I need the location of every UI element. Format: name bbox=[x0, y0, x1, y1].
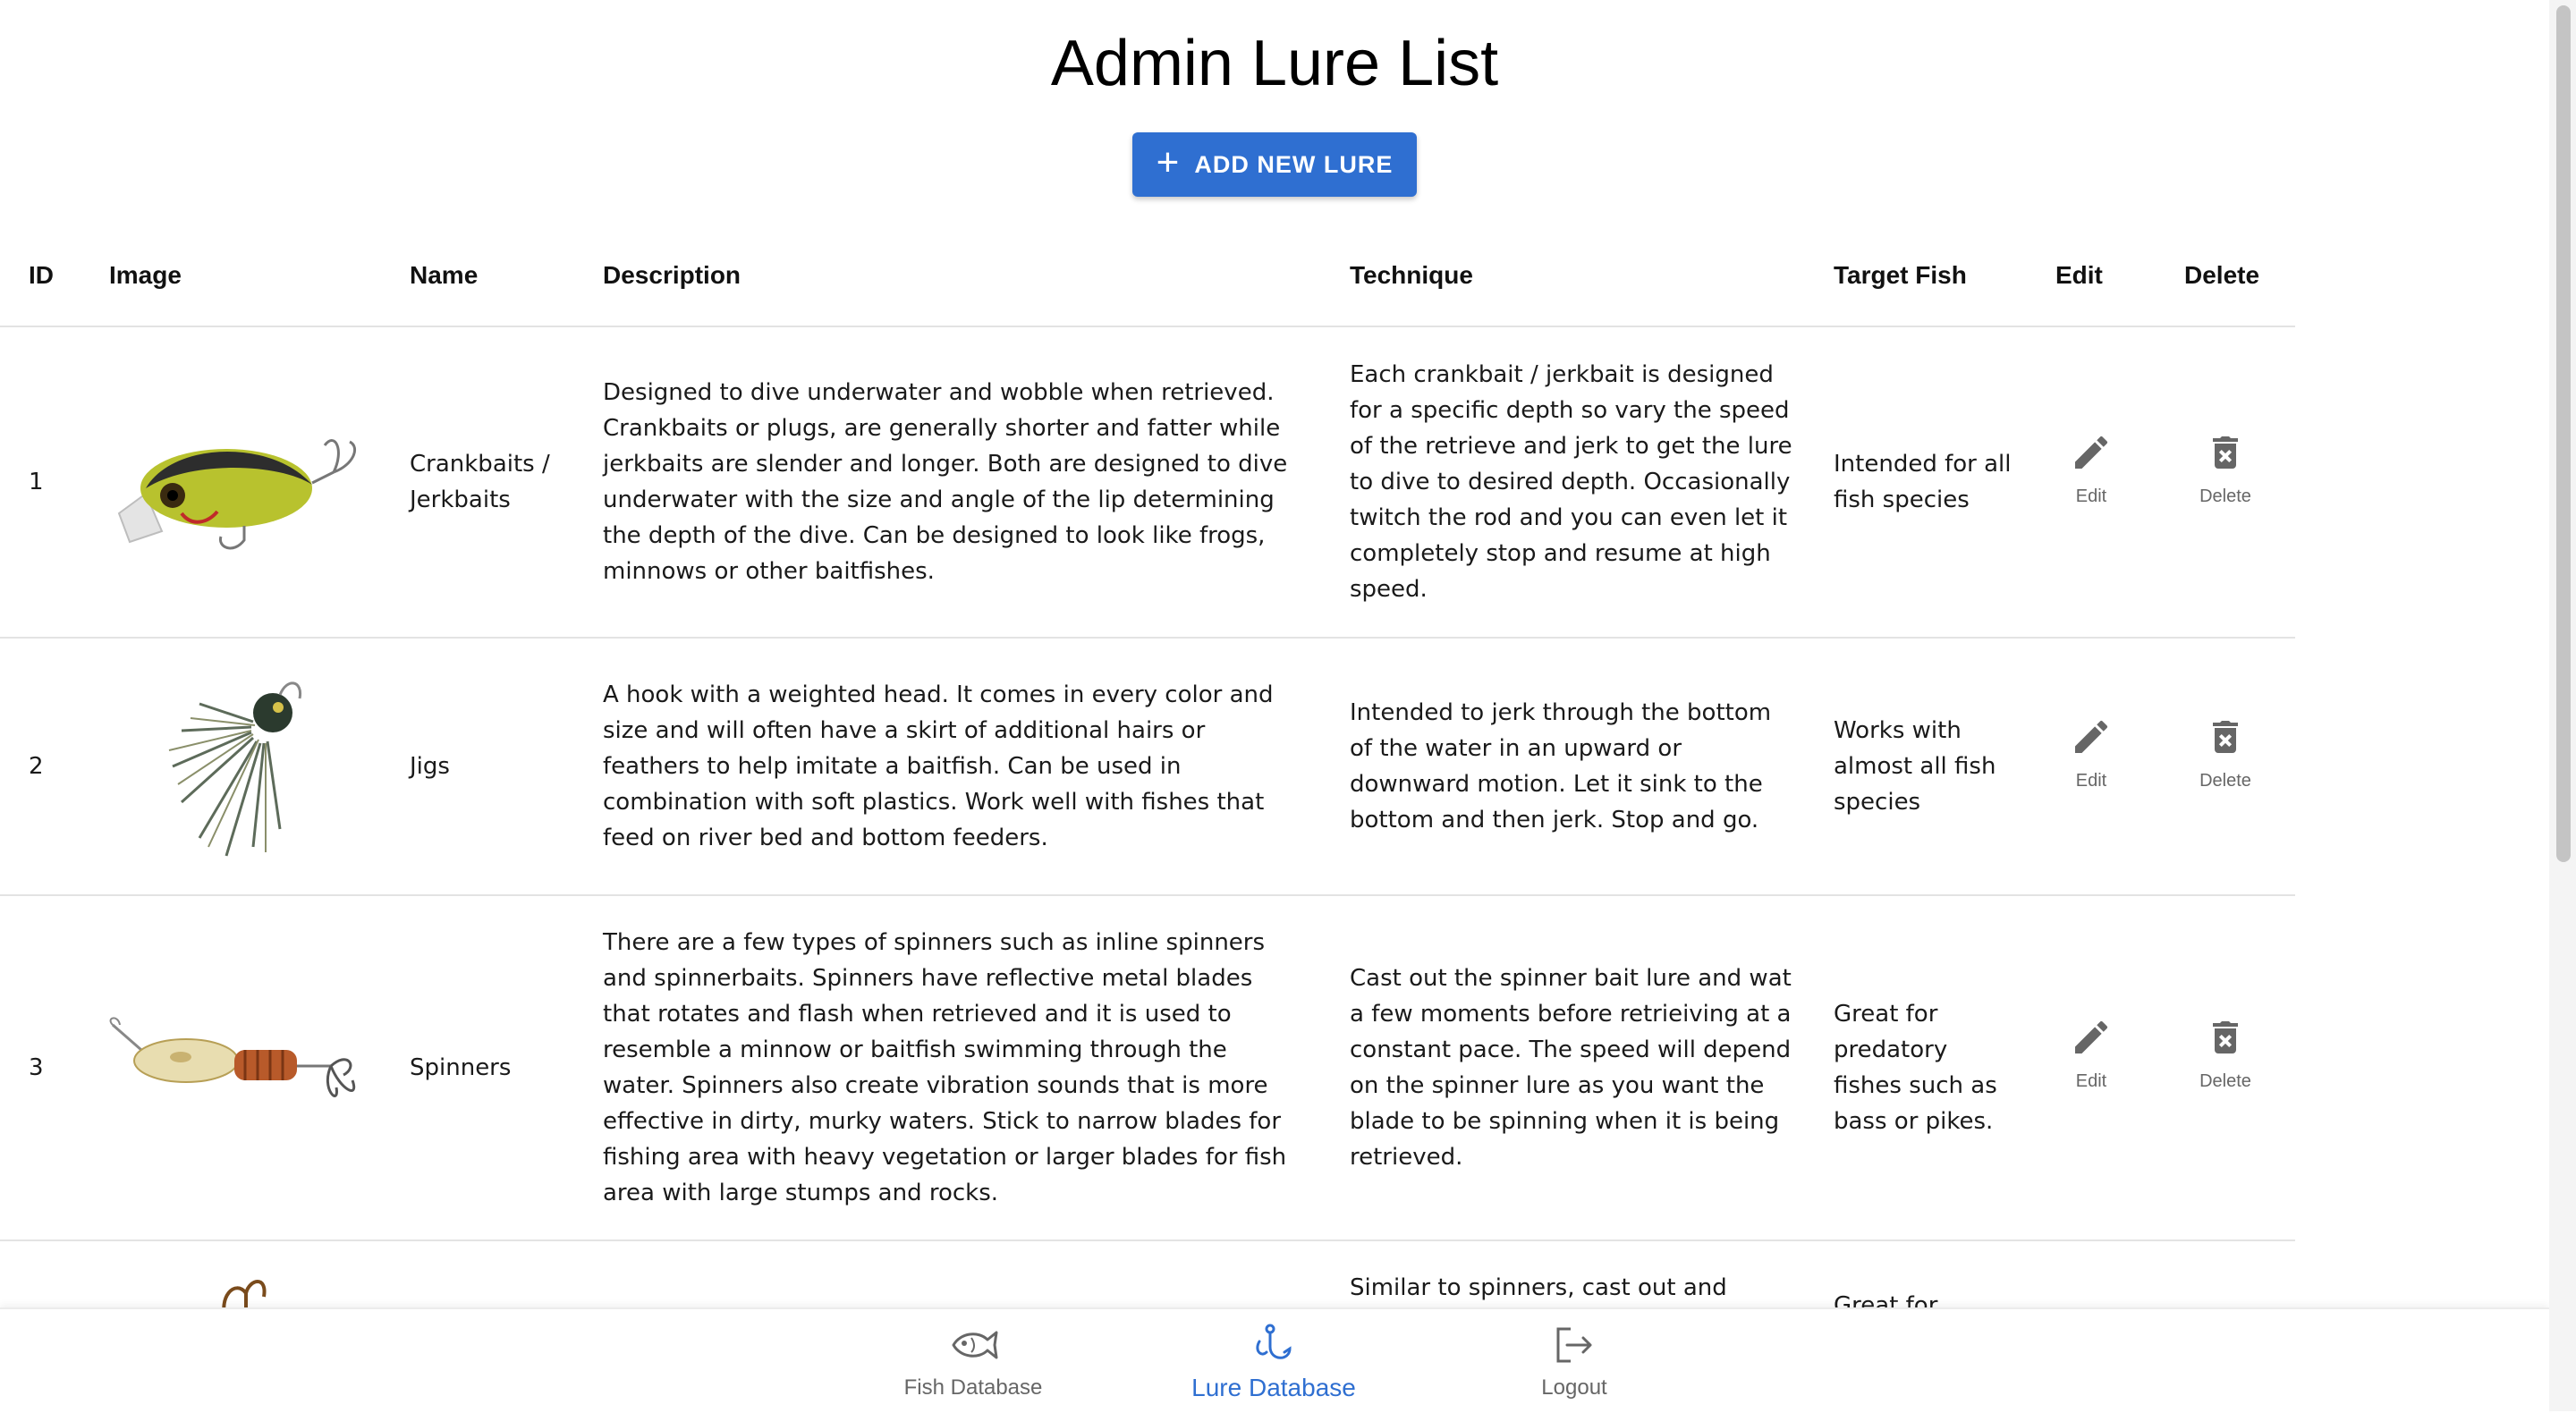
delete-label: Delete bbox=[2199, 1071, 2251, 1091]
header-id: ID bbox=[29, 261, 54, 289]
header-technique: Technique bbox=[1350, 261, 1473, 289]
nav-label: Fish Database bbox=[903, 1375, 1043, 1400]
crankbait-lure-image bbox=[117, 439, 356, 550]
lure-description: A hook with a weighted head. It comes in… bbox=[603, 681, 1274, 851]
hook-icon bbox=[1256, 1324, 1292, 1359]
bottom-navigation: Fish Database Lure Database Logout bbox=[0, 1307, 2549, 1413]
row-id: 2 bbox=[29, 753, 44, 780]
add-new-lure-label: ADD NEW LURE bbox=[1194, 150, 1394, 178]
header-name: Name bbox=[410, 261, 479, 289]
add-new-lure-button[interactable]: + ADD NEW LURE bbox=[1132, 132, 1417, 197]
pencil-icon bbox=[2075, 1020, 2108, 1053]
delete-button[interactable]: Delete bbox=[2172, 1016, 2279, 1092]
delete-icon bbox=[2213, 436, 2238, 469]
lure-technique: Intended to jerk through the bottom of t… bbox=[1350, 699, 1772, 833]
edit-button[interactable]: Edit bbox=[2038, 431, 2145, 507]
lure-description: Designed to dive underwater and wobble w… bbox=[603, 379, 1288, 585]
header-image: Image bbox=[109, 261, 182, 289]
header-edit: Edit bbox=[2055, 261, 2103, 289]
edit-button[interactable]: Edit bbox=[2038, 715, 2145, 791]
nav-label: Logout bbox=[1541, 1375, 1607, 1400]
spinner-lure-image bbox=[109, 1017, 356, 1097]
pencil-icon bbox=[2075, 720, 2108, 753]
delete-label: Delete bbox=[2199, 771, 2251, 791]
jig-lure-image bbox=[168, 681, 302, 857]
lure-name: Crankbaits / Jerkbaits bbox=[410, 451, 550, 513]
delete-button[interactable]: Delete bbox=[2172, 431, 2279, 507]
delete-icon bbox=[2213, 721, 2238, 753]
delete-label: Delete bbox=[2199, 487, 2251, 506]
row-divider bbox=[0, 1240, 2295, 1241]
edit-label: Edit bbox=[2075, 487, 2107, 506]
lure-target-fish: Great for predatory fishes such as bass … bbox=[1834, 1001, 1997, 1135]
lure-name: Jigs bbox=[410, 753, 450, 780]
nav-fish-database[interactable]: Fish Database bbox=[857, 1324, 1089, 1400]
page-title: Admin Lure List bbox=[1050, 28, 1499, 99]
delete-button[interactable]: Delete bbox=[2172, 715, 2279, 791]
fish-icon bbox=[952, 1331, 998, 1359]
lure-target-fish: Intended for all fish species bbox=[1834, 451, 2012, 513]
row-id: 1 bbox=[29, 469, 44, 495]
lure-target-fish: Works with almost all fish species bbox=[1834, 717, 1996, 816]
row-id: 3 bbox=[29, 1054, 44, 1081]
lure-name: Spinners bbox=[410, 1054, 512, 1081]
scrollbar-thumb[interactable] bbox=[2556, 5, 2571, 862]
lure-image bbox=[106, 327, 365, 637]
delete-icon bbox=[2213, 1021, 2238, 1053]
header-target-fish: Target Fish bbox=[1834, 261, 1967, 289]
plus-icon: + bbox=[1156, 140, 1181, 184]
nav-logout[interactable]: Logout bbox=[1458, 1324, 1690, 1400]
edit-button[interactable]: Edit bbox=[2038, 1016, 2145, 1092]
lure-technique: Each crankbait / jerkbait is designed fo… bbox=[1350, 361, 1792, 603]
edit-label: Edit bbox=[2075, 1071, 2107, 1091]
lure-technique: Cast out the spinner bait lure and wat a… bbox=[1350, 965, 1792, 1171]
lure-image bbox=[106, 639, 365, 894]
nav-lure-database[interactable]: Lure Database bbox=[1157, 1324, 1390, 1402]
header-description: Description bbox=[603, 261, 741, 289]
header-delete: Delete bbox=[2184, 261, 2260, 289]
logout-icon bbox=[1556, 1327, 1592, 1363]
lure-description: There are a few types of spinners such a… bbox=[603, 929, 1287, 1206]
edit-label: Edit bbox=[2075, 771, 2107, 791]
lure-technique: Similar to spinners, cast out and bbox=[1350, 1274, 1727, 1301]
nav-label: Lure Database bbox=[1191, 1374, 1356, 1401]
lure-image bbox=[106, 896, 365, 1240]
pencil-icon bbox=[2075, 436, 2108, 469]
